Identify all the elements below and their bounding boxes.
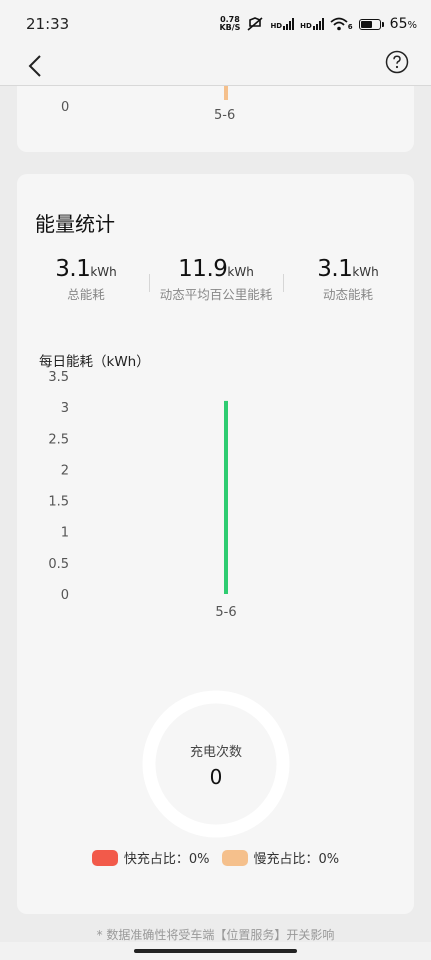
legend-swatch (91, 849, 118, 866)
back-button[interactable] (22, 52, 50, 80)
ring-chart (142, 690, 290, 838)
charge-count: 0 (209, 765, 223, 789)
stat-divider (283, 274, 284, 292)
chart-bar (224, 400, 228, 594)
legend-label: 快充占比：0% (123, 852, 210, 867)
footer-note: * 数据准确性将受车端【位置服务】开关影响 (96, 928, 335, 942)
y-tick-label: 1 (61, 526, 69, 541)
home-indicator (0, 942, 431, 960)
legend-item-slow-charge: 慢充占比：0% (221, 848, 340, 867)
chart-bar (224, 86, 228, 100)
stat-total-energy: 3.1kWh 总能耗 (35, 256, 137, 303)
y-tick-label: 0 (61, 100, 70, 115)
stat-value: 3.1 (317, 256, 353, 282)
y-tick-label: 2.5 (48, 432, 69, 447)
signal-bars-icon-2 (312, 18, 324, 30)
stat-label: 动态平均百公里能耗 (159, 287, 273, 302)
stat-dynamic-energy: 3.1kWh 动态能耗 (297, 256, 399, 303)
y-tick-label: 3 (61, 401, 69, 416)
wifi-icon (330, 17, 348, 31)
question-circle-icon (385, 50, 409, 74)
content-scroll-area[interactable]: 0 5-6 能量统计 3.1kWh 总能耗 11.9kWh 动态平均百公里能耗 … (0, 86, 431, 946)
stat-value: 3.1 (55, 256, 91, 282)
signal-1: HD (270, 18, 295, 30)
stat-value: 11.9 (178, 256, 228, 282)
x-tick-label: 5-6 (214, 108, 236, 123)
daily-energy-chart: 3.5 3 2.5 2 1.5 1 0.5 0 5-6 (48, 370, 236, 620)
stats-row: 3.1kWh 总能耗 11.9kWh 动态平均百公里能耗 3.1kWh 动态能耗 (17, 256, 414, 316)
y-tick-label: 3.5 (48, 370, 69, 385)
status-time: 21:33 (26, 15, 70, 33)
energy-stats-card: 能量统计 3.1kWh 总能耗 11.9kWh 动态平均百公里能耗 3.1kWh… (17, 174, 414, 914)
stat-unit: kWh (90, 265, 117, 279)
stat-unit: kWh (227, 265, 254, 279)
section-title: 能量统计 (35, 212, 115, 236)
charge-count-ring: 充电次数 0 (141, 689, 291, 839)
help-button[interactable] (385, 50, 409, 74)
legend-swatch (221, 849, 248, 866)
stat-label: 动态能耗 (322, 287, 373, 302)
signal-bars-icon (283, 18, 295, 30)
battery-icon (358, 18, 384, 30)
legend-label: 慢充占比：0% (253, 852, 340, 867)
charge-legend: 快充占比：0% 慢充占比：0% (17, 848, 414, 867)
app-header (0, 48, 431, 86)
stat-divider (149, 274, 150, 292)
stat-avg-energy-per-100km: 11.9kWh 动态平均百公里能耗 (151, 256, 281, 303)
previous-chart-card: 0 5-6 (17, 86, 414, 152)
battery-percent: 65% (389, 16, 417, 32)
ring-label: 充电次数 (189, 745, 242, 760)
status-bar: 21:33 0.78 KB/S HD HD 6 65% (0, 0, 431, 48)
stat-label: 总能耗 (67, 287, 105, 302)
y-tick-label: 1.5 (48, 495, 69, 510)
y-tick-label: 2 (61, 463, 69, 478)
signal-2: HD (300, 18, 324, 30)
vibrate-off-icon (247, 17, 263, 31)
net-speed: 0.78 KB/S (219, 15, 241, 32)
chevron-left-icon (28, 55, 41, 77)
status-icons: 0.78 KB/S HD HD 6 65% (219, 15, 417, 33)
wifi: 6 (330, 17, 353, 31)
home-bar[interactable] (134, 949, 297, 953)
x-tick-label: 5-6 (215, 605, 236, 620)
stat-unit: kWh (352, 265, 379, 279)
y-tick-label: 0 (61, 588, 69, 603)
legend-item-fast-charge: 快充占比：0% (91, 848, 210, 867)
y-tick-label: 0.5 (48, 557, 69, 572)
